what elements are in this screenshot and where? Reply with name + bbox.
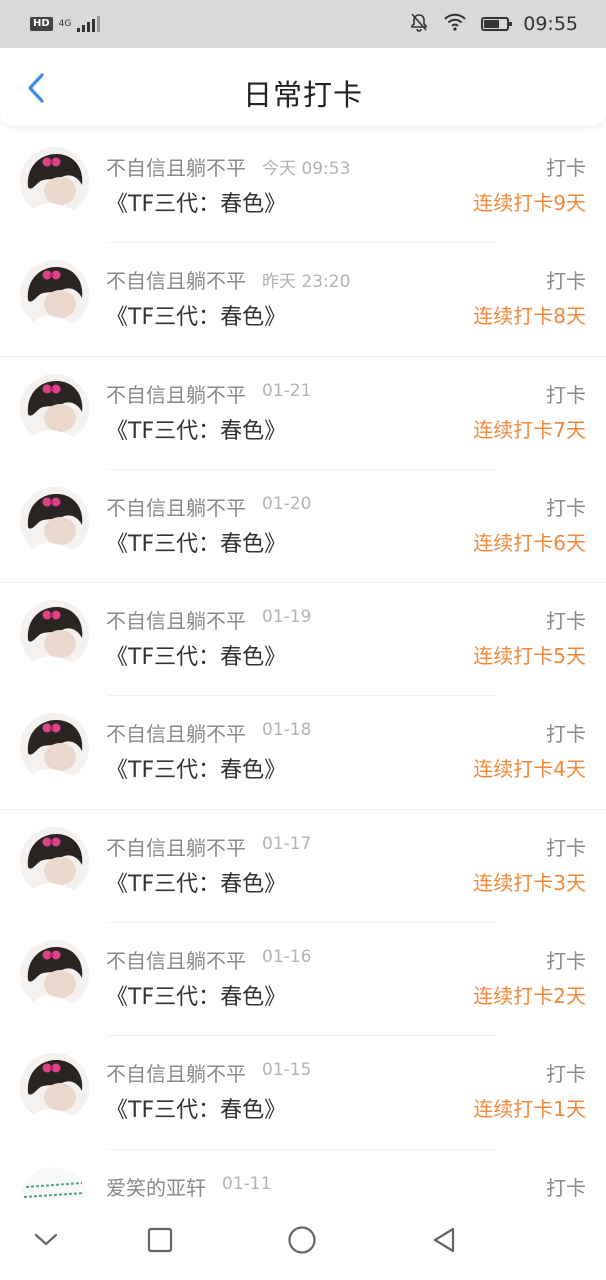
book-title[interactable]: 《TF三代：春色》 [106,979,286,1011]
user-avatar[interactable] [20,600,89,670]
streak-label: 连续打卡7天 [473,417,586,442]
user-name[interactable]: 不自信且躺不平 [106,945,246,974]
book-title[interactable]: 《TF三代：春色》 [106,639,286,671]
checkin-row[interactable]: 不自信且躺不平 01-18 《TF三代：春色》 打卡连续打卡4天 [0,696,606,810]
clock: 09:55 [523,13,578,35]
checkin-row[interactable]: 不自信且躺不平 01-17 《TF三代：春色》 打卡连续打卡3天 [0,810,606,924]
book-title[interactable]: 《TF三代：春色》 [106,752,286,784]
checkin-row[interactable]: 不自信且躺不平 今天 09:53 《TF三代：春色》 打卡连续打卡9天 [0,130,606,244]
book-title[interactable]: 《TF三代：春色》 [106,299,286,331]
checkin-action-label: 打卡 [546,609,586,634]
system-nav-bar [0,1198,606,1280]
checkin-action-label: 打卡 [546,1175,586,1200]
book-title[interactable]: 《TF三代：春色》 [106,413,286,445]
streak-label: 连续打卡5天 [473,644,586,669]
user-avatar[interactable] [20,713,89,783]
user-name[interactable]: 不自信且躺不平 [106,832,246,861]
checkin-list: 不自信且躺不平 今天 09:53 《TF三代：春色》 打卡 连续打卡9天 不自信且躺不平昨… [0,130,606,1263]
user-name[interactable]: 不自信且躺不平 [106,605,246,634]
checkin-action-label: 打卡 [546,382,586,407]
status-bar-right: 09:55 [409,12,578,37]
user-name[interactable]: 不自信且躺不平 [106,152,246,181]
checkin-action-label: 打卡 [546,1062,586,1087]
header: 日常打卡 [0,48,606,126]
streak-label: 连续打卡8天 [473,304,586,329]
checkin-row[interactable]: 不自信且躺不平 01-15 《TF三代：春色》 打卡连续打卡1天 [0,1036,606,1150]
checkin-time: 01-17 [262,833,312,854]
checkin-row[interactable]: 不自信且躺不平 01-20 《TF三代：春色》 打卡连续打卡6天 [0,470,606,584]
checkin-time: 01-19 [262,607,312,628]
checkin-time: 01-15 [262,1060,312,1081]
checkin-row[interactable]: 不自信且躺不平 01-21 《TF三代：春色》 打卡连续打卡7天 [0,357,606,470]
network-type: 4G [58,19,72,29]
user-avatar[interactable] [20,486,89,556]
user-name[interactable]: 爱笑的亚轩 [106,1172,206,1201]
checkin-action-label: 打卡 [546,722,586,747]
status-bar: HD 4G 09:55 [0,0,606,48]
checkin-time: 今天 09:53 [262,159,351,179]
checkin-time: 01-20 [262,493,312,514]
streak-label: 连续打卡1天 [473,1097,586,1122]
home-button[interactable] [286,1224,318,1256]
status-bar-left: HD 4G [30,16,101,32]
checkin-time: 01-11 [222,1173,272,1194]
collapse-button[interactable] [30,1224,62,1256]
book-title[interactable]: 《TF三代：春色》 [106,1092,286,1124]
user-name[interactable]: 不自信且躺不平 [106,265,246,294]
checkin-action-label: 打卡 [546,495,586,520]
user-avatar[interactable] [20,940,89,1010]
checkin-action-label: 打卡 [546,269,586,294]
signal-icon [77,16,101,32]
checkin-row[interactable]: 不自信且躺不平 01-16 《TF三代：春色》 打卡连续打卡2天 [0,923,606,1037]
checkin-time: 01-21 [262,380,312,401]
user-avatar[interactable] [20,260,89,330]
checkin-time: 昨天 23:20 [262,272,351,293]
recents-square-icon [147,1227,173,1253]
user-name[interactable]: 不自信且躺不平 [106,1058,246,1087]
checkin-time: 01-18 [262,720,312,741]
mute-bell-icon [409,12,429,37]
battery-icon [481,17,513,31]
home-circle-icon [288,1226,316,1254]
book-title[interactable]: 《TF三代：春色》 [106,866,286,898]
checkin-action-label: 打卡 [546,156,586,180]
checkin-action-label: 打卡 [546,949,586,974]
user-avatar[interactable] [20,373,89,443]
checkin-row[interactable]: 不自信且躺不平 昨天 23:20 《TF三代：春色》 打卡连续打卡8天 [0,243,606,357]
streak-label: 连续打卡9天 [473,191,586,215]
book-title[interactable]: 《TF三代：春色》 [106,186,286,218]
streak-label: 连续打卡3天 [473,870,586,895]
collapse-chevron-icon [34,1233,58,1246]
user-name[interactable]: 不自信且躺不平 [106,379,246,408]
book-title[interactable]: 《TF三代：春色》 [106,526,286,558]
user-avatar[interactable] [20,147,89,216]
hd-indicator: HD [30,17,53,31]
recents-button[interactable] [144,1224,176,1256]
wifi-icon [443,13,467,36]
system-back-button[interactable] [428,1224,460,1256]
user-name[interactable]: 不自信且躺不平 [106,492,246,521]
checkin-time: 01-16 [262,947,312,968]
page-title: 日常打卡 [242,78,363,112]
back-triangle-icon [433,1227,455,1253]
user-name[interactable]: 不自信且躺不平 [106,718,246,747]
streak-label: 连续打卡2天 [473,984,586,1009]
checkin-row[interactable]: 不自信且躺不平 01-19 《TF三代：春色》 打卡连续打卡5天 [0,583,606,697]
streak-label: 连续打卡6天 [473,530,586,555]
user-avatar[interactable] [20,826,89,896]
streak-label: 连续打卡4天 [473,757,586,782]
checkin-action-label: 打卡 [546,835,586,860]
user-avatar[interactable] [20,1053,89,1123]
